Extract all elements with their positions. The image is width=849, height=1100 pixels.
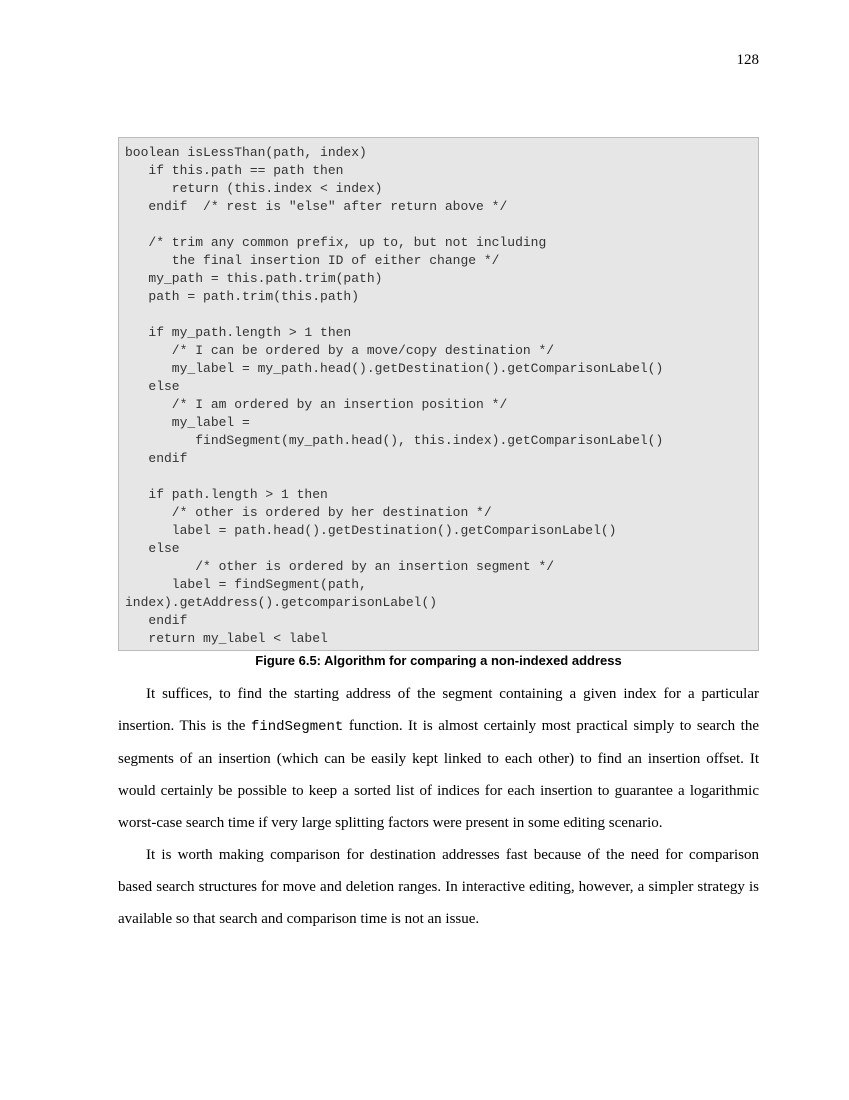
page-number: 128 bbox=[737, 52, 760, 69]
p1-text-b: function. It is almost certainly most pr… bbox=[118, 718, 759, 831]
body-text: It suffices, to find the starting addres… bbox=[118, 678, 759, 935]
inline-code-findsegment: findSegment bbox=[251, 719, 343, 735]
page-content: boolean isLessThan(path, index) if this.… bbox=[118, 137, 759, 935]
paragraph-1: It suffices, to find the starting addres… bbox=[118, 678, 759, 839]
page: 128 boolean isLessThan(path, index) if t… bbox=[0, 0, 849, 1100]
code-block: boolean isLessThan(path, index) if this.… bbox=[118, 137, 759, 651]
figure-caption: Figure 6.5: Algorithm for comparing a no… bbox=[118, 653, 759, 668]
paragraph-2: It is worth making comparison for destin… bbox=[118, 839, 759, 935]
